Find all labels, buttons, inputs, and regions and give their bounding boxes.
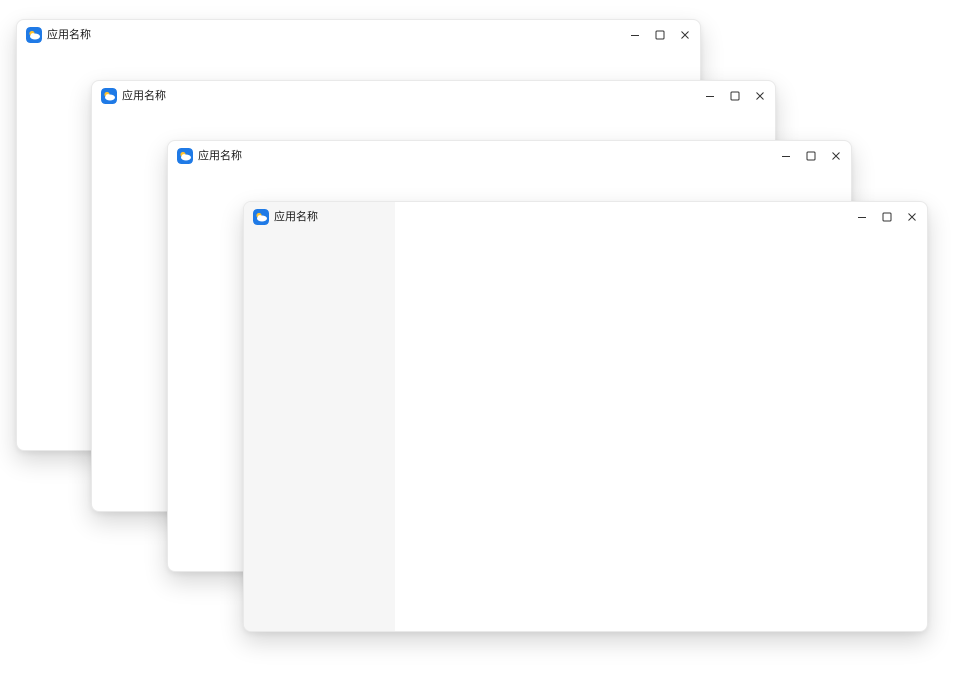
close-icon[interactable]: [752, 88, 768, 104]
minimize-icon[interactable]: [854, 209, 870, 225]
app-title: 应用名称: [198, 149, 242, 162]
minimize-icon[interactable]: [702, 88, 718, 104]
weather-cloud-icon: [101, 88, 117, 104]
weather-cloud-icon: [177, 148, 193, 164]
title-bar[interactable]: 应用名称: [17, 20, 700, 52]
weather-cloud-icon: [253, 209, 269, 225]
minimize-icon[interactable]: [627, 27, 643, 43]
title-bar[interactable]: 应用名称: [244, 202, 927, 234]
close-icon[interactable]: [677, 27, 693, 43]
desktop: 应用名称 应用名称 应用名称 应用名称: [0, 0, 955, 676]
app-title: 应用名称: [274, 210, 318, 223]
maximize-icon[interactable]: [879, 209, 895, 225]
app-window-4[interactable]: 应用名称: [243, 201, 928, 632]
title-bar[interactable]: 应用名称: [168, 141, 851, 173]
maximize-icon[interactable]: [803, 148, 819, 164]
title-bar[interactable]: 应用名称: [92, 81, 775, 113]
app-title: 应用名称: [47, 28, 91, 41]
maximize-icon[interactable]: [652, 27, 668, 43]
close-icon[interactable]: [828, 148, 844, 164]
minimize-icon[interactable]: [778, 148, 794, 164]
maximize-icon[interactable]: [727, 88, 743, 104]
close-icon[interactable]: [904, 209, 920, 225]
sidebar: [244, 202, 395, 631]
app-title: 应用名称: [122, 89, 166, 102]
weather-cloud-icon: [26, 27, 42, 43]
